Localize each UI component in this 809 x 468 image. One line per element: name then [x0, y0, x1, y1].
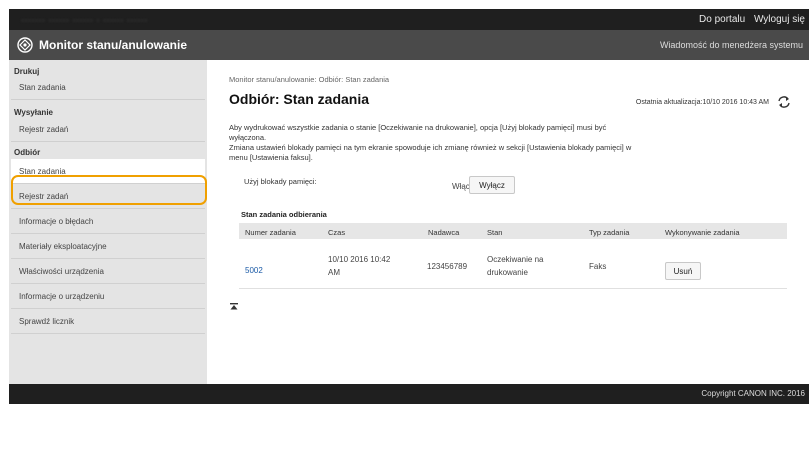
job-number-link[interactable]: 5002 [245, 266, 263, 275]
copyright-text: Copyright CANON INC. 2016 [701, 389, 805, 398]
column-header-sender: Nadawca [428, 228, 460, 237]
sidebar-item-check-counter[interactable]: Sprawdź licznik [11, 309, 205, 334]
column-header-job-action: Wykonywanie zadania [665, 228, 740, 237]
column-header-status: Stan [487, 228, 503, 237]
job-sender: 123456789 [427, 262, 468, 271]
sidebar-item-consumables[interactable]: Materiały eksploatacyjne [11, 234, 205, 259]
row-divider [239, 288, 787, 289]
sidebar-item-send-job-log[interactable]: Rejestr zadań [11, 119, 205, 140]
column-header-job-type: Typ zadania [589, 228, 630, 237]
monitor-logo-icon [17, 37, 33, 53]
message-to-admin-link[interactable]: Wiadomość do menedżera systemu [660, 40, 803, 50]
job-status-cont: drukowanie [487, 268, 528, 277]
sidebar-item-print-job-status[interactable]: Stan zadania [11, 77, 205, 98]
footer: Copyright CANON INC. 2016 [9, 384, 809, 404]
logout-link[interactable]: Wyloguj się [754, 14, 805, 25]
sidebar-item-label: Materiały eksploatacyjne [19, 242, 107, 251]
sidebar-section-send: Wysyłanie [14, 108, 53, 117]
job-time-suffix: AM [328, 268, 340, 277]
page-title: Odbiór: Stan zadania [229, 91, 370, 107]
sidebar-item-label: Informacje o urządzeniu [19, 292, 105, 301]
delete-job-button[interactable]: Usuń [665, 262, 701, 280]
sidebar-item-label: Stan zadania [19, 83, 66, 92]
portal-link[interactable]: Do portalu [699, 14, 745, 25]
sidebar-item-label: Rejestr zadań [19, 125, 69, 134]
sidebar-item-label: Sprawdź licznik [19, 317, 75, 326]
job-type: Faks [589, 262, 607, 271]
sidebar-divider [11, 141, 205, 142]
sidebar-divider [11, 99, 205, 100]
breadcrumb: Monitor stanu/anulowanie: Odbiór: Stan z… [229, 75, 390, 84]
sidebar: Drukuj Stan zadania Wysyłanie Rejestr za… [9, 60, 207, 384]
app-title: Monitor stanu/anulowanie [39, 38, 188, 52]
back-to-top-icon[interactable] [229, 302, 239, 312]
memory-lock-note-line: wyłączona. [229, 133, 267, 142]
sidebar-item-label: Informacje o błędach [19, 217, 94, 226]
sidebar-section-print: Drukuj [14, 67, 40, 76]
memory-lock-note-line: menu [Ustawienia faksu]. [229, 153, 313, 162]
device-name-blurred: ······· ······ ······ · ······ ······ [21, 15, 148, 25]
memory-lock-note-line: Zmiana ustawień blokady pamięci na tym e… [229, 143, 632, 152]
top-links: Do portalu Wyloguj się [693, 14, 805, 25]
memory-lock-label: Użyj blokady pamięci: [244, 177, 317, 186]
memory-lock-off-button[interactable]: Wyłącz [469, 176, 515, 194]
sidebar-item-device-features[interactable]: Właściwości urządzenia [11, 259, 205, 284]
table-title: Stan zadania odbierania [241, 210, 327, 219]
column-header-time: Czas [328, 228, 346, 237]
last-updated-text: Ostatnia aktualizacja:10/10 2016 10:43 A… [635, 99, 769, 106]
job-time: 10/10 2016 10:42 [328, 255, 391, 264]
table-header: Numer zadania Czas Nadawca Stan Typ zada… [239, 223, 787, 239]
job-status: Oczekiwanie na [487, 255, 544, 264]
refresh-icon[interactable] [777, 95, 791, 109]
memory-lock-note-line: Aby wydrukować wszystkie zadania o stani… [229, 123, 607, 132]
top-bar: ······· ······ ······ · ······ ······ Do… [9, 9, 809, 30]
sidebar-item-device-info[interactable]: Informacje o urządzeniu [11, 284, 205, 309]
sidebar-item-error-info[interactable]: Informacje o błędach [11, 209, 205, 234]
sidebar-item-label: Właściwości urządzenia [19, 267, 104, 276]
main-content: Monitor stanu/anulowanie: Odbiór: Stan z… [207, 60, 809, 384]
app-header: Monitor stanu/anulowanie Wiadomość do me… [9, 30, 809, 60]
column-header-job-number: Numer zadania [245, 228, 296, 237]
selection-highlight [11, 175, 207, 205]
sidebar-section-receive: Odbiór [14, 148, 41, 157]
